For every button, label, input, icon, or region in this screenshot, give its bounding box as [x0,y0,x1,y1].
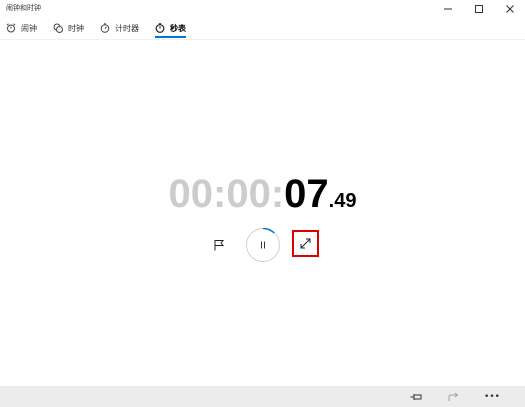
progress-ring [246,228,280,262]
tab-stopwatch-label: 秒表 [170,23,186,33]
close-button[interactable] [494,0,525,17]
divider [0,39,525,40]
flag-icon [214,240,225,251]
time-separator: : [270,172,285,216]
window-controls [432,0,525,17]
tab-clock[interactable]: 时钟 [53,17,84,39]
world-clock-icon [53,23,63,33]
app-title: 闹钟和时钟 [6,4,41,12]
close-icon [505,4,514,13]
seconds-digits: 07 [284,172,329,216]
expand-icon [300,238,311,249]
bottom-app-bar: ••• [0,386,525,407]
more-icon: ••• [484,391,500,402]
stopwatch-time-display: 00 : 00 : 07 .49 [0,172,525,217]
lap-button[interactable] [210,236,228,254]
hours-digits: 00 [168,172,214,216]
timer-icon [100,23,110,33]
time-separator: : [213,172,227,216]
pin-icon [410,393,422,400]
tab-alarm[interactable]: 闹钟 [6,17,37,39]
tab-bar: 闹钟 时钟 计时器 秒表 [0,17,525,39]
tab-alarm-label: 闹钟 [21,23,37,33]
minimize-icon [443,8,452,9]
maximize-icon [474,4,483,13]
share-icon [448,392,459,401]
fraction-digits: .49 [328,190,357,212]
maximize-button[interactable] [463,0,494,17]
alarm-icon [6,23,16,33]
minutes-digits: 00 [226,172,271,216]
tab-timer[interactable]: 计时器 [100,17,139,39]
title-bar: 闹钟和时钟 [0,0,525,17]
pin-button[interactable] [397,386,435,407]
stopwatch-icon [155,23,165,33]
minimize-button[interactable] [432,0,463,17]
tab-timer-label: 计时器 [115,23,139,33]
expand-button[interactable] [292,230,319,257]
tab-stopwatch[interactable]: 秒表 [155,17,186,39]
share-button[interactable] [435,386,473,407]
stopwatch-controls [0,228,525,262]
pause-button[interactable] [246,228,280,262]
more-options-button[interactable]: ••• [473,386,511,407]
tab-clock-label: 时钟 [68,23,84,33]
